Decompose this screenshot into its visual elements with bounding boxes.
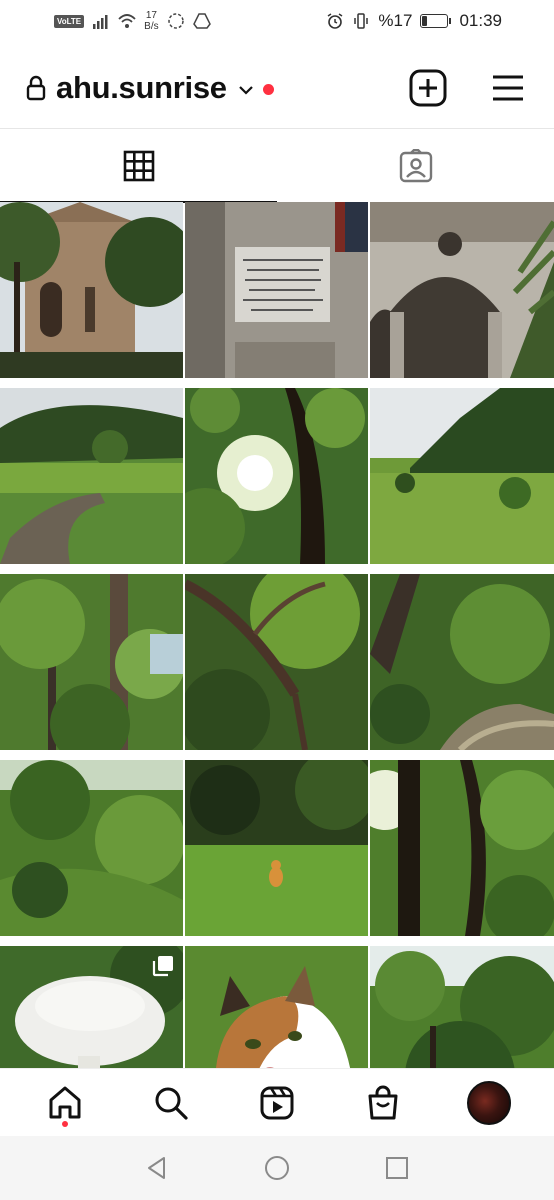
battery-percent: %17 [378, 11, 413, 30]
profile-tabs [0, 128, 554, 203]
tab-tagged[interactable] [277, 129, 554, 203]
vibrate-icon [354, 13, 369, 29]
drive-icon [192, 13, 211, 29]
header-actions [408, 68, 528, 108]
wifi-icon [118, 14, 136, 28]
nav-shop[interactable] [353, 1073, 413, 1133]
tagged-icon [399, 149, 432, 183]
username[interactable]: ahu.sunrise [56, 70, 227, 106]
search-icon [155, 1087, 188, 1120]
net-speed-unit: B/s [144, 21, 159, 32]
post-thumbnail[interactable] [0, 574, 183, 750]
post-thumbnail[interactable] [370, 760, 554, 936]
post-thumbnail[interactable] [185, 388, 368, 564]
home-notification-dot [62, 1120, 68, 1127]
menu-button[interactable] [488, 68, 528, 108]
post-thumbnail[interactable] [370, 202, 554, 378]
sync-icon [167, 13, 184, 29]
nav-search[interactable] [141, 1073, 201, 1133]
status-left: VoLTE 17 B/s [54, 10, 211, 32]
back-icon [148, 1157, 165, 1179]
post-thumbnail[interactable] [185, 760, 368, 936]
status-right: %17 01:39 [326, 11, 502, 31]
nav-profile[interactable] [459, 1073, 519, 1133]
nav-home[interactable] [35, 1073, 95, 1133]
home-icon [49, 1086, 81, 1118]
post-thumbnail[interactable] [0, 388, 183, 564]
hamburger-icon [493, 75, 523, 101]
tab-posts-grid[interactable] [0, 129, 277, 203]
plus-square-icon [409, 69, 447, 107]
post-thumbnail[interactable] [370, 388, 554, 564]
system-nav [0, 1136, 554, 1200]
clock: 01:39 [459, 11, 502, 30]
grid-icon [123, 150, 154, 182]
post-thumbnail[interactable] [0, 202, 183, 378]
profile-header: ahu.sunrise [0, 56, 554, 120]
notification-dot [262, 83, 274, 95]
profile-avatar [467, 1080, 511, 1125]
net-speed: 17 B/s [144, 10, 158, 32]
volte-badge: VoLTE [54, 14, 85, 28]
net-speed-value: 17 [145, 10, 157, 21]
signal-icon [93, 15, 108, 29]
post-thumbnail[interactable] [370, 574, 554, 750]
battery-icon [420, 14, 452, 28]
system-back-button[interactable] [142, 1153, 172, 1183]
post-thumbnail[interactable] [185, 202, 368, 378]
system-recents-button[interactable] [382, 1153, 412, 1183]
reels-icon [260, 1086, 294, 1119]
create-button[interactable] [408, 68, 448, 108]
carousel-icon [152, 956, 173, 977]
post-thumbnail[interactable] [185, 574, 368, 750]
bottom-nav [0, 1068, 554, 1136]
status-bar: VoLTE 17 B/s %17 01:39 [0, 0, 554, 42]
alarm-icon [328, 13, 343, 29]
post-thumbnail[interactable] [370, 946, 554, 1068]
recents-icon [386, 1157, 408, 1179]
post-thumbnail[interactable] [185, 946, 368, 1068]
home-circle-icon [265, 1156, 289, 1180]
posts-grid [0, 202, 554, 1068]
post-thumbnail[interactable] [0, 760, 183, 936]
shop-icon [368, 1085, 398, 1119]
system-home-button[interactable] [262, 1153, 292, 1183]
lock-icon [26, 75, 46, 101]
post-thumbnail[interactable] [0, 946, 183, 1068]
nav-reels[interactable] [247, 1073, 307, 1133]
chevron-down-icon[interactable] [237, 81, 255, 99]
